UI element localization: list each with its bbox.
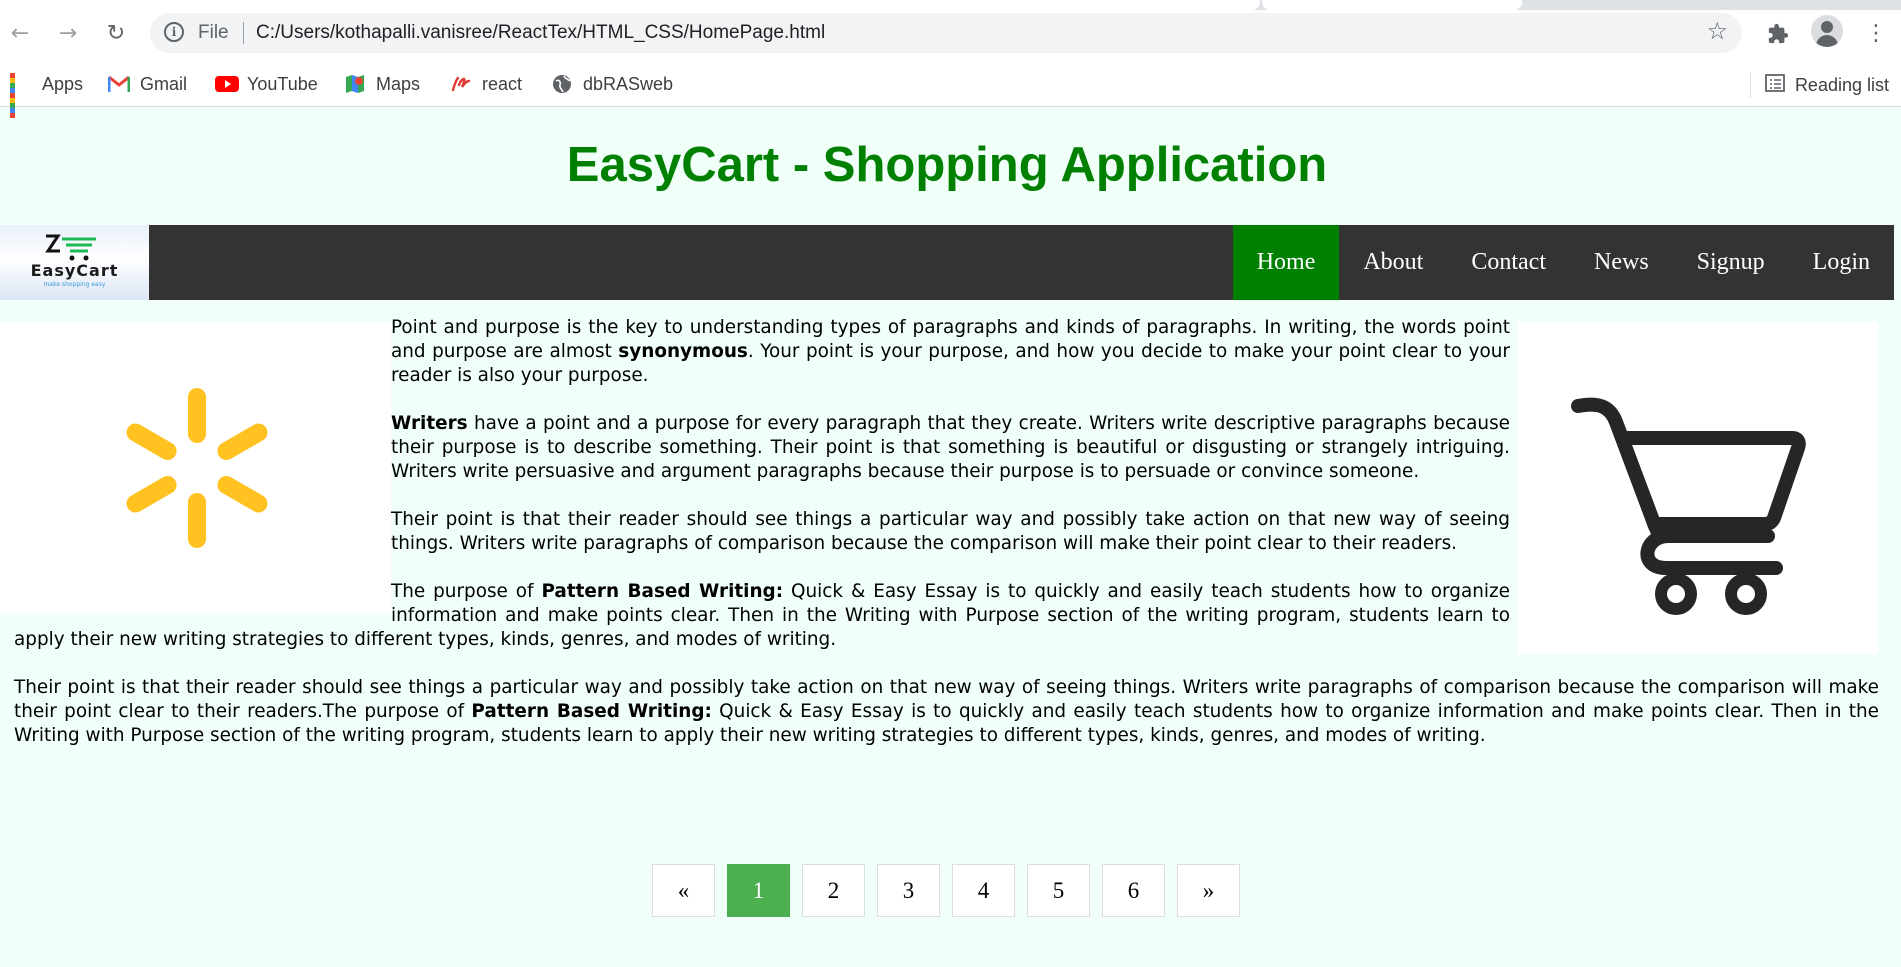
info-icon[interactable]: i [164, 22, 184, 42]
top-navbar: EasyCart make shopping easy Home About C… [0, 225, 1894, 300]
address-divider [243, 22, 244, 44]
bookmark-react[interactable]: react [450, 72, 522, 96]
logo-cart-icon [45, 234, 96, 261]
pagination-prev[interactable]: « [652, 864, 715, 917]
bookmark-label: Maps [376, 73, 421, 94]
pagination-next[interactable]: » [1177, 864, 1240, 917]
forward-arrow-icon[interactable]: → [54, 20, 82, 48]
bookmark-apps[interactable]: Apps [10, 72, 84, 118]
bookmark-label: Apps [42, 73, 84, 94]
nav-contact[interactable]: Contact [1447, 225, 1570, 300]
pagination-page-3[interactable]: 3 [877, 864, 940, 917]
bold-text: Pattern Based Writing: [541, 581, 784, 602]
pagination-page-2[interactable]: 2 [802, 864, 865, 917]
extensions-puzzle-icon[interactable] [1762, 18, 1794, 50]
nav-home[interactable]: Home [1232, 225, 1340, 300]
tab-strip [0, 0, 1901, 10]
nav-login[interactable]: Login [1789, 225, 1894, 300]
easycart-logo[interactable]: EasyCart make shopping easy [0, 225, 149, 300]
nav-signup[interactable]: Signup [1673, 225, 1789, 300]
brand-tagline: make shopping easy [43, 281, 106, 288]
bookmarks-divider [1749, 72, 1751, 98]
gmail-icon [107, 73, 131, 95]
apps-grid-icon [10, 73, 32, 118]
address-bar[interactable]: i File C:/Users/kothapalli.vanisree/Reac… [150, 13, 1742, 53]
nav-about[interactable]: About [1339, 225, 1447, 300]
paragraph-text: have a point and a purpose for every par… [391, 413, 1510, 482]
paragraph-5: Their point is that their reader should … [14, 676, 1879, 748]
reading-list-icon [1765, 73, 1785, 98]
url-text[interactable]: C:/Users/kothapalli.vanisree/ReactTex/HT… [256, 22, 825, 44]
profile-avatar-icon[interactable] [1811, 15, 1843, 47]
pagination-page-4[interactable]: 4 [952, 864, 1015, 917]
maps-icon [344, 73, 366, 95]
bookmarks-bar: Apps Gmail YouTube Maps react dbRASweb R… [0, 62, 1901, 118]
pagination: « 1 2 3 4 5 6 » [652, 864, 1252, 917]
inactive-tab[interactable] [1262, 0, 1522, 10]
bookmark-youtube[interactable]: YouTube [215, 72, 318, 96]
bookmark-dbrasweb[interactable]: dbRASweb [551, 72, 673, 96]
right-float-spacer [1510, 316, 1879, 658]
more-menu-icon[interactable]: ⋮ [1860, 18, 1892, 50]
pagination-page-5[interactable]: 5 [1027, 864, 1090, 917]
bookmark-label: dbRASweb [583, 73, 674, 94]
bold-text: synonymous [618, 341, 748, 362]
brand-name: EasyCart [30, 261, 119, 280]
active-tab[interactable] [0, 0, 1260, 10]
pagination-page-6[interactable]: 6 [1102, 864, 1165, 917]
bookmark-label: YouTube [247, 73, 318, 94]
nav-links: Home About Contact News Signup Login [1232, 225, 1894, 300]
bold-text: Pattern Based Writing: [471, 701, 712, 722]
globe-icon [551, 73, 573, 95]
file-label: File [198, 22, 229, 43]
bookmark-label: react [482, 73, 523, 94]
paragraph-text: The purpose of [391, 581, 542, 602]
left-float-spacer [14, 316, 391, 616]
article-content: Point and purpose is the key to understa… [14, 316, 1879, 772]
reload-icon[interactable]: ↻ [102, 20, 130, 48]
nav-news[interactable]: News [1570, 225, 1673, 300]
paragraph-text: Their point is that their reader should … [391, 509, 1510, 554]
youtube-icon [215, 73, 239, 95]
browser-toolbar: ← → ↻ i File C:/Users/kothapalli.vanisre… [0, 10, 1901, 62]
pagination-page-1[interactable]: 1 [727, 864, 790, 917]
bookmark-maps[interactable]: Maps [344, 72, 420, 96]
bookmark-gmail[interactable]: Gmail [107, 72, 188, 96]
reading-list-label: Reading list [1794, 74, 1889, 95]
back-arrow-icon[interactable]: ← [6, 20, 34, 48]
page-title: EasyCart - Shopping Application [566, 138, 1328, 192]
react-icon [450, 73, 472, 95]
bookmark-label: Gmail [140, 73, 188, 94]
bold-text: Writers [391, 413, 468, 434]
bookmark-star-icon[interactable]: ☆ [1706, 17, 1728, 45]
reading-list-button[interactable]: Reading list [1749, 72, 1889, 98]
